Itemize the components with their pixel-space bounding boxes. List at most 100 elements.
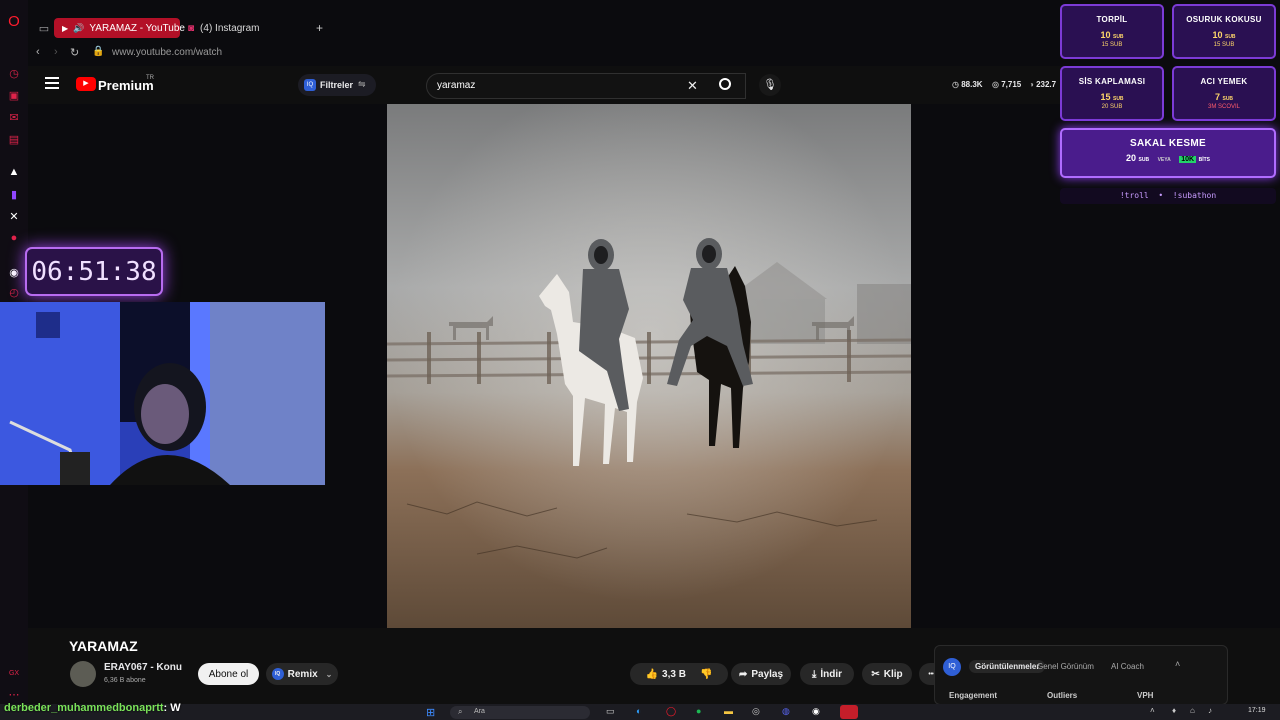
bag-icon[interactable]: ▣: [6, 87, 22, 103]
analytics-panel: IQ Görüntülenmeler Genel Görünüm AI Coac…: [934, 645, 1228, 705]
search-button[interactable]: [708, 72, 744, 100]
tab-title: YARAMAZ - YouTube: [89, 22, 185, 34]
opera-logo-icon[interactable]: O: [6, 13, 22, 30]
filters-label: Filtreler: [320, 80, 354, 90]
edge-icon[interactable]: ◐: [636, 706, 641, 716]
overlay-card-sis: SİS KAPLAMASI 15 SUB 20 SUB: [1060, 66, 1164, 121]
voice-search-icon[interactable]: 🎙: [759, 74, 781, 96]
youtube-header: ▶ Premium TR IQ Filtreler ⇋ yaramaz ✕ 🎙 …: [28, 66, 1078, 104]
tab-strip: ▭ ▶ 🔊 YARAMAZ - YouTube ◙ (4) Instagram …: [28, 14, 1058, 42]
vidiq-icon: IQ: [271, 668, 284, 680]
overlay-card-aci-yemek: ACI YEMEK 7 SUB 3M SCOVIL: [1172, 66, 1276, 121]
tab-title: (4) Instagram: [200, 22, 260, 34]
folder-icon[interactable]: ▬: [724, 706, 733, 716]
history-icon[interactable]: ◷: [6, 65, 22, 81]
taskbar-search[interactable]: ⌕ Ara: [450, 706, 590, 719]
card-amount: 10 SUB: [1100, 30, 1124, 40]
clock-icon[interactable]: ◴: [6, 284, 22, 300]
url-field[interactable]: www.youtube.com/watch: [112, 47, 222, 58]
channel-name[interactable]: ERAY067 - Konu: [104, 662, 182, 673]
tab-youtube[interactable]: ▶ 🔊 YARAMAZ - YouTube: [54, 18, 185, 38]
twitch-icon[interactable]: ▮: [6, 186, 22, 202]
chevron-down-icon: ⌄: [325, 669, 333, 679]
search-value: yaramaz: [437, 80, 476, 91]
remix-button[interactable]: IQ Remix ⌄: [266, 663, 338, 685]
back-icon[interactable]: ‹: [36, 46, 40, 58]
clock[interactable]: 17:19: [1248, 707, 1266, 714]
video-details: YARAMAZ ERAY067 - Konu 6,36 B abone Abon…: [28, 628, 1280, 705]
video-title: YARAMAZ: [69, 638, 138, 654]
chat-message: derbeder_muhammedbonaprtt: W: [4, 702, 181, 714]
taskbar-search-placeholder: Ara: [474, 708, 485, 715]
download-icon: ⤓: [811, 668, 817, 680]
webcam-image: [0, 302, 325, 485]
tab-ai-coach[interactable]: AI Coach: [1111, 662, 1144, 671]
aria-ai-icon[interactable]: ▲: [6, 164, 22, 180]
subscribe-button[interactable]: Abone ol: [198, 663, 259, 685]
col-vph: VPH: [1137, 691, 1154, 700]
file-explorer-icon[interactable]: ▭: [606, 706, 615, 717]
speaker-icon[interactable]: 🔊: [73, 23, 84, 34]
vidiq-badge-icon: IQ: [943, 658, 961, 676]
like-icon[interactable]: 👍: [646, 669, 658, 680]
forward-icon[interactable]: ›: [54, 46, 58, 58]
windows-start-icon[interactable]: ⊞: [426, 706, 435, 719]
search-input[interactable]: yaramaz ✕: [426, 73, 746, 99]
card-amount: 15 SUB: [1100, 92, 1124, 102]
search-icon: [719, 78, 731, 90]
discord-icon[interactable]: ◍: [782, 706, 790, 717]
steam-icon[interactable]: ◎: [752, 706, 760, 717]
video-player[interactable]: [387, 104, 911, 628]
lock-icon[interactable]: 🔒: [92, 46, 104, 57]
record-icon[interactable]: ●: [6, 230, 22, 246]
spotify-icon[interactable]: ●: [696, 706, 701, 716]
app-icon[interactable]: [840, 705, 858, 719]
scissors-icon: ✂: [871, 668, 880, 680]
gx-icon[interactable]: GX: [6, 665, 22, 681]
speed-dial-icon[interactable]: ◉: [6, 264, 22, 280]
subscriber-count: 6,36 B abone: [104, 677, 146, 684]
vidiq-icon: IQ: [304, 79, 316, 91]
network-icon[interactable]: ⌂: [1190, 706, 1195, 715]
youtube-logo-icon[interactable]: ▶: [76, 77, 96, 91]
chat-user: derbeder_muhammedbonaprtt: [4, 702, 164, 714]
tab-switcher-icon[interactable]: ▭: [36, 20, 52, 36]
messenger-icon[interactable]: ✉: [6, 109, 22, 125]
card-amount: 7 SUB: [1214, 92, 1234, 102]
card-amount: 10 SUB: [1212, 30, 1236, 40]
tab-views[interactable]: Görüntülenmeler: [969, 660, 1046, 673]
aria-icon[interactable]: ▤: [6, 131, 22, 147]
webcam-feed: [0, 302, 325, 485]
region-code: TR: [146, 75, 154, 81]
eye-stat: ◎ 7,715: [992, 80, 1022, 89]
instagram-favicon-icon: ◙: [188, 22, 195, 34]
obs-icon[interactable]: ◉: [812, 706, 820, 717]
more-icon[interactable]: ⋯: [6, 686, 22, 702]
overlay-card-sakal: SAKAL KESME 20 SUB VEYA 10K BİTS: [1060, 128, 1276, 178]
like-dislike-group: 👍 3,3 B 👎: [630, 663, 728, 685]
dislike-icon[interactable]: 👎: [700, 669, 712, 680]
video-thumbnail: [387, 104, 911, 628]
filters-button[interactable]: IQ Filtreler ⇋: [298, 74, 376, 96]
clip-button[interactable]: ✂ Klip: [862, 663, 912, 685]
col-engagement: Engagement: [949, 691, 998, 700]
menu-icon[interactable]: [45, 77, 59, 89]
clear-search-icon[interactable]: ✕: [687, 78, 698, 94]
new-tab-button[interactable]: +: [308, 18, 331, 38]
tab-overview[interactable]: Genel Görünüm: [1037, 662, 1094, 671]
reload-icon[interactable]: ↻: [70, 46, 79, 59]
tray-chevron-icon[interactable]: ˄: [1150, 706, 1155, 715]
youtube-favicon-icon: ▶: [62, 23, 69, 33]
x-icon[interactable]: ✕: [6, 208, 22, 224]
tab-instagram[interactable]: ◙ (4) Instagram: [180, 18, 300, 38]
collapse-icon[interactable]: ˄: [1175, 659, 1180, 669]
share-button[interactable]: ➦ Paylaş: [731, 663, 791, 685]
like-count[interactable]: 3,3 B: [662, 669, 686, 680]
card-amount: 20 SUB VEYA 10K BİTS: [1125, 153, 1211, 163]
download-button[interactable]: ⤓ İndir: [800, 663, 854, 685]
remix-label: Remix: [287, 668, 318, 680]
channel-avatar[interactable]: [70, 661, 96, 687]
mic-tray-icon[interactable]: ♦: [1172, 706, 1176, 715]
volume-icon[interactable]: ♪: [1208, 706, 1212, 715]
opera-taskbar-icon[interactable]: ◯: [666, 706, 676, 717]
